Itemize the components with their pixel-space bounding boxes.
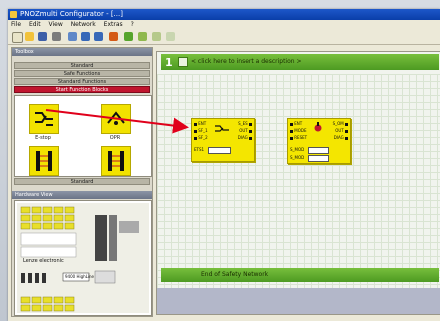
drag-arrow	[45, 109, 189, 134]
